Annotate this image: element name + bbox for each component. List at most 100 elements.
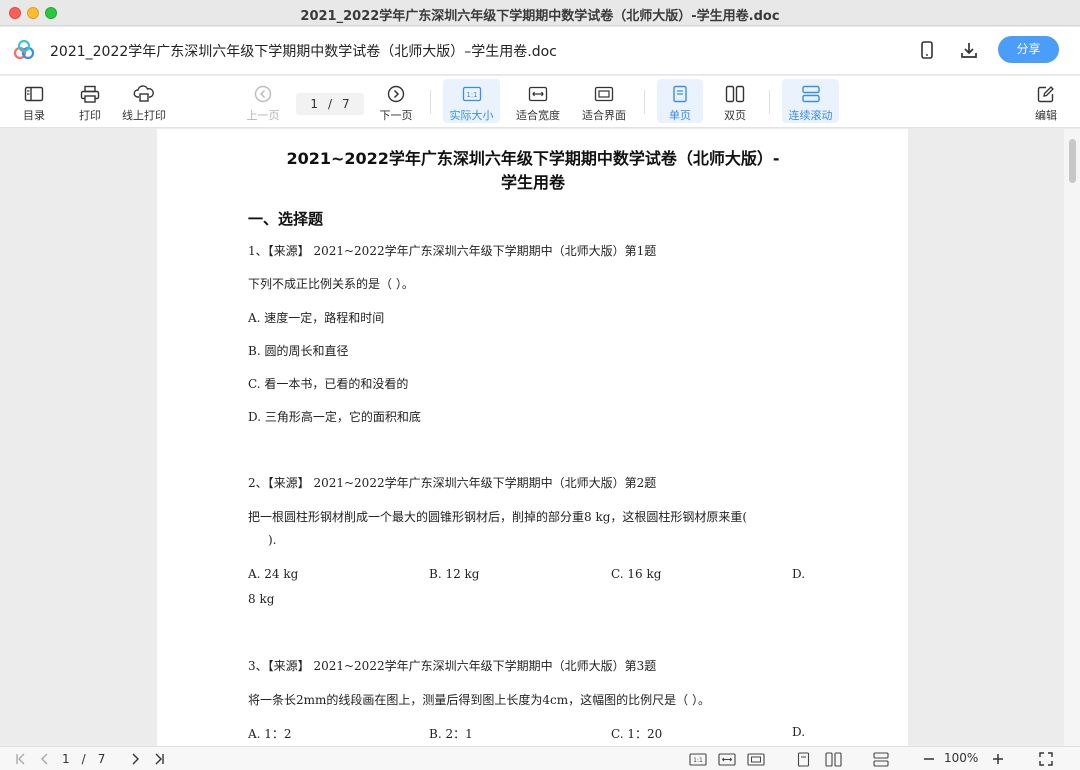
edit-icon (1037, 82, 1055, 106)
share-button[interactable]: 分享 (998, 36, 1059, 63)
bottom-page-separator: / (81, 752, 86, 766)
last-page-icon[interactable] (150, 750, 166, 768)
fit-screen-button[interactable]: 适合界面 (576, 79, 632, 123)
double-page-label: 双页 (724, 109, 746, 122)
window-title: 2021_2022学年广东深圳六年级下学期期中数学试卷（北师大版）-学生用卷.d… (300, 9, 780, 24)
online-print-label: 线上打印 (122, 109, 166, 122)
page-separator: / (327, 97, 333, 111)
next-page-button[interactable]: 下一页 (376, 79, 416, 123)
chevron-right-circle-icon (387, 82, 405, 106)
single-page-button[interactable]: 单页 (657, 79, 703, 123)
toolbar-divider (430, 90, 431, 114)
fit-screen-label: 适合界面 (582, 109, 626, 122)
q2-option-d: D. (792, 567, 806, 581)
toc-button[interactable]: 目录 (14, 79, 54, 123)
q1-option-d: D. 三角形高一定，它的面积和底 (248, 410, 421, 424)
zoom-in-icon[interactable] (990, 750, 1006, 768)
next-page-small-icon[interactable] (128, 750, 142, 768)
printer-icon (80, 82, 100, 106)
q2-option-c: C. 16 kg (611, 567, 662, 581)
q1-source: 1、【来源】 2021~2022学年广东深圳六年级下学期期中（北师大版）第1题 (248, 244, 657, 258)
q3-option-c: C. 1：20 (611, 727, 663, 741)
app-header: 2021_2022学年广东深圳六年级下学期期中数学试卷（北师大版）–学生用卷.d… (0, 27, 1080, 75)
actual-size-icon-text: 1:1 (466, 91, 477, 99)
q2-stem-line2: ). (268, 533, 277, 547)
actual-size-small-icon[interactable]: 1:1 (688, 750, 708, 768)
document-name: 2021_2022学年广东深圳六年级下学期期中数学试卷（北师大版）–学生用卷.d… (50, 44, 557, 60)
window-title-bar: 2021_2022学年广东深圳六年级下学期期中数学试卷（北师大版）-学生用卷.d… (0, 0, 1080, 26)
phone-icon[interactable] (916, 39, 938, 61)
fit-width-icon (528, 82, 548, 106)
app-logo-icon (13, 39, 35, 60)
actual-size-small-icon-text: 1:1 (693, 757, 703, 764)
edit-label: 编辑 (1035, 109, 1057, 122)
fit-width-small-icon[interactable] (717, 750, 737, 768)
q2-stem-line1: 把一根圆柱形钢材削成一个最大的圆锥形钢材后，削掉的部分重8 kg，这根圆柱形钢材… (248, 510, 748, 524)
q2-option-d-value: 8 kg (248, 592, 275, 606)
q2-source: 2、【来源】 2021~2022学年广东深圳六年级下学期期中（北师大版）第2题 (248, 476, 657, 490)
q2-option-b: B. 12 kg (429, 567, 480, 581)
toolbar: 目录 打印 线上打印 上一页 1 / 7 下一页 1:1 实际大小 适合宽度 适… (0, 76, 1080, 128)
bottom-page-indicator[interactable]: 1 / 7 (62, 750, 105, 768)
double-page-small-icon[interactable] (823, 750, 843, 768)
continuous-scroll-small-icon[interactable] (871, 750, 891, 768)
actual-size-icon: 1:1 (462, 82, 482, 106)
toc-label: 目录 (23, 109, 45, 122)
bottom-page-total: 7 (97, 752, 106, 766)
q3-option-a: A. 1：2 (248, 727, 292, 741)
page-current: 1 (310, 97, 318, 111)
bottom-page-current: 1 (62, 752, 70, 766)
scrollbar-thumb[interactable] (1069, 139, 1076, 183)
document-title-line1: 2021~2022学年广东深圳六年级下学期期中数学试卷（北师大版）- (286, 149, 780, 168)
vertical-scrollbar[interactable] (1064, 129, 1080, 746)
document-page: 2021~2022学年广东深圳六年级下学期期中数学试卷（北师大版）- 学生用卷 … (157, 129, 908, 746)
document-title-line2: 学生用卷 (500, 173, 565, 192)
fit-width-button[interactable]: 适合宽度 (510, 79, 566, 123)
toolbar-divider (644, 90, 645, 114)
chevron-left-circle-icon (254, 82, 272, 106)
toolbar-divider (769, 90, 770, 114)
bottom-status-bar: 1 / 7 1:1 100% (0, 746, 1080, 770)
q3-stem: 将一条长2mm的线段画在图上，测量后得到图上长度为4cm，这幅图的比例尺是（ ）… (248, 693, 710, 707)
q1-option-b: B. 圆的周长和直径 (248, 344, 349, 358)
next-page-label: 下一页 (379, 109, 413, 122)
zoom-level[interactable]: 100% (944, 751, 978, 765)
edit-button[interactable]: 编辑 (1028, 79, 1064, 123)
print-button[interactable]: 打印 (70, 79, 110, 123)
continuous-scroll-icon (801, 82, 821, 106)
q2-option-a: A. 24 kg (248, 567, 299, 581)
single-page-label: 单页 (669, 109, 691, 122)
fullscreen-icon[interactable] (1037, 750, 1055, 768)
q1-option-c: C. 看一本书，已看的和没看的 (248, 377, 409, 391)
q1-option-a: A. 速度一定，路程和时间 (248, 311, 385, 325)
fit-screen-small-icon[interactable] (746, 750, 766, 768)
download-icon[interactable] (958, 39, 980, 61)
q3-option-d: D. (792, 725, 806, 739)
online-print-button[interactable]: 线上打印 (118, 79, 170, 123)
fit-screen-icon (594, 82, 614, 106)
q3-option-b: B. 2：1 (429, 727, 473, 741)
first-page-icon[interactable] (14, 750, 30, 768)
page-total: 7 (342, 97, 350, 111)
double-page-button[interactable]: 双页 (713, 79, 757, 123)
toc-icon (24, 82, 44, 106)
zoom-out-icon[interactable] (921, 750, 937, 768)
document-viewport[interactable]: 2021~2022学年广东深圳六年级下学期期中数学试卷（北师大版）- 学生用卷 … (0, 129, 1080, 746)
single-page-icon (672, 82, 688, 106)
print-label: 打印 (79, 109, 101, 122)
page-number-input[interactable]: 1 / 7 (296, 93, 364, 115)
continuous-scroll-button[interactable]: 连续滚动 (782, 79, 839, 123)
cloud-print-icon (133, 82, 155, 106)
single-page-small-icon[interactable] (794, 750, 812, 768)
q1-stem: 下列不成正比例关系的是（ ）。 (248, 277, 414, 291)
document-title: 2021~2022学年广东深圳六年级下学期期中数学试卷（北师大版）- 学生用卷 (248, 147, 818, 195)
prev-page-icon[interactable] (38, 750, 52, 768)
q3-source: 3、【来源】 2021~2022学年广东深圳六年级下学期期中（北师大版）第3题 (248, 659, 657, 673)
continuous-scroll-label: 连续滚动 (788, 109, 833, 122)
actual-size-button[interactable]: 1:1 实际大小 (443, 79, 500, 123)
prev-page-label: 上一页 (246, 109, 280, 122)
double-page-icon (725, 82, 745, 106)
actual-size-label: 实际大小 (449, 109, 494, 122)
prev-page-button[interactable]: 上一页 (243, 79, 283, 123)
fit-width-label: 适合宽度 (516, 109, 560, 122)
